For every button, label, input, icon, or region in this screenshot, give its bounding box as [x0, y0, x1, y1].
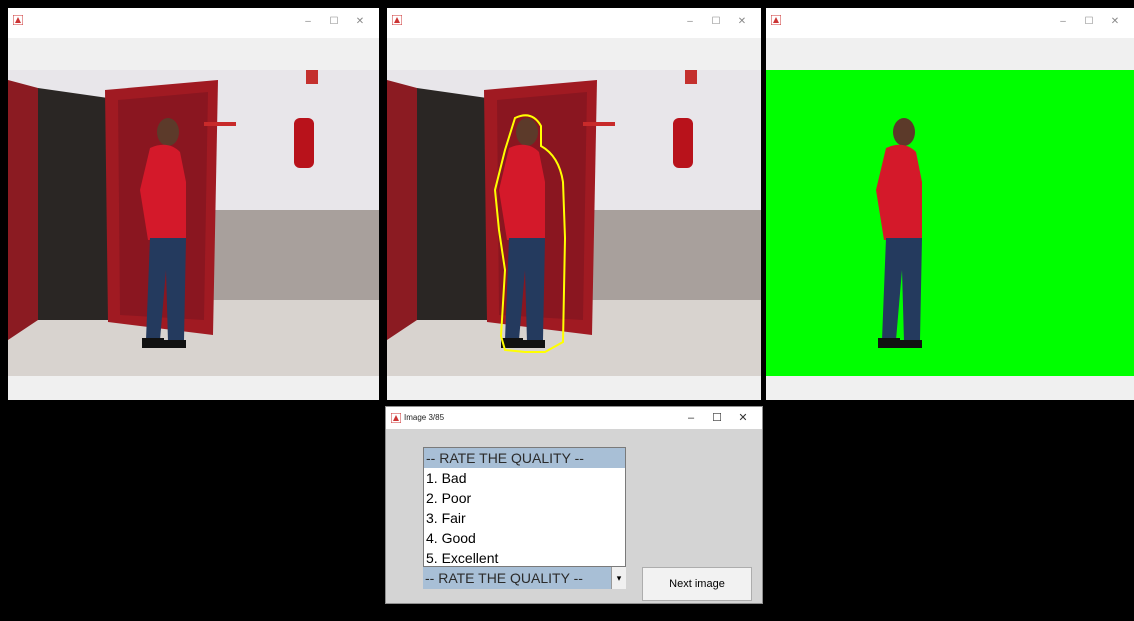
- matlab-icon: [392, 15, 402, 25]
- minimize-button[interactable]: –: [677, 12, 703, 32]
- matlab-icon: [771, 15, 781, 25]
- next-image-button[interactable]: Next image: [642, 567, 752, 601]
- minimize-button[interactable]: –: [678, 408, 704, 428]
- maximize-button[interactable]: ☐: [703, 12, 729, 32]
- option-fair[interactable]: 3. Fair: [424, 508, 625, 528]
- minimize-button[interactable]: –: [1050, 12, 1076, 32]
- quality-dropdown[interactable]: -- RATE THE QUALITY -- ▾: [423, 567, 626, 589]
- close-button[interactable]: ✕: [347, 12, 373, 32]
- original-image-window: – ☐ ✕: [8, 8, 379, 400]
- figure-toolbar-area: [766, 38, 1134, 70]
- matlab-icon: [391, 413, 401, 423]
- figure-bottom-area: [387, 376, 761, 400]
- figure-bottom-area: [766, 376, 1134, 400]
- dialog-title: Image 3/85: [404, 413, 445, 422]
- option-bad[interactable]: 1. Bad: [424, 468, 625, 488]
- maximize-button[interactable]: ☐: [1076, 12, 1102, 32]
- chevron-down-icon[interactable]: ▾: [611, 567, 626, 589]
- titlebar[interactable]: – ☐ ✕: [387, 8, 761, 38]
- close-button[interactable]: ✕: [1102, 12, 1128, 32]
- contour-photo: [387, 70, 761, 376]
- close-button[interactable]: ✕: [729, 12, 755, 32]
- quality-options-list[interactable]: -- RATE THE QUALITY -- 1. Bad 2. Poor 3.…: [423, 447, 626, 567]
- figure-bottom-area: [8, 376, 379, 400]
- option-rate-the-quality[interactable]: -- RATE THE QUALITY --: [424, 448, 625, 468]
- original-photo: [8, 70, 379, 376]
- titlebar[interactable]: – ☐ ✕: [8, 8, 379, 38]
- rating-dialog: Image 3/85 – ☐ ✕ -- RATE THE QUALITY -- …: [385, 406, 763, 604]
- figure-toolbar-area: [8, 38, 379, 70]
- green-screen-window: – ☐ ✕: [766, 8, 1134, 400]
- figure-toolbar-area: [387, 38, 761, 70]
- green-screen-photo: [766, 70, 1134, 376]
- segmentation-window: – ☐ ✕: [387, 8, 761, 400]
- titlebar[interactable]: – ☐ ✕: [766, 8, 1134, 38]
- dialog-titlebar[interactable]: Image 3/85 – ☐ ✕: [386, 407, 762, 429]
- dropdown-selected-value: -- RATE THE QUALITY --: [425, 570, 583, 586]
- maximize-button[interactable]: ☐: [704, 408, 730, 428]
- matlab-icon: [13, 15, 23, 25]
- maximize-button[interactable]: ☐: [321, 12, 347, 32]
- option-excellent[interactable]: 5. Excellent: [424, 548, 625, 568]
- option-good[interactable]: 4. Good: [424, 528, 625, 548]
- close-button[interactable]: ✕: [730, 408, 756, 428]
- minimize-button[interactable]: –: [295, 12, 321, 32]
- option-poor[interactable]: 2. Poor: [424, 488, 625, 508]
